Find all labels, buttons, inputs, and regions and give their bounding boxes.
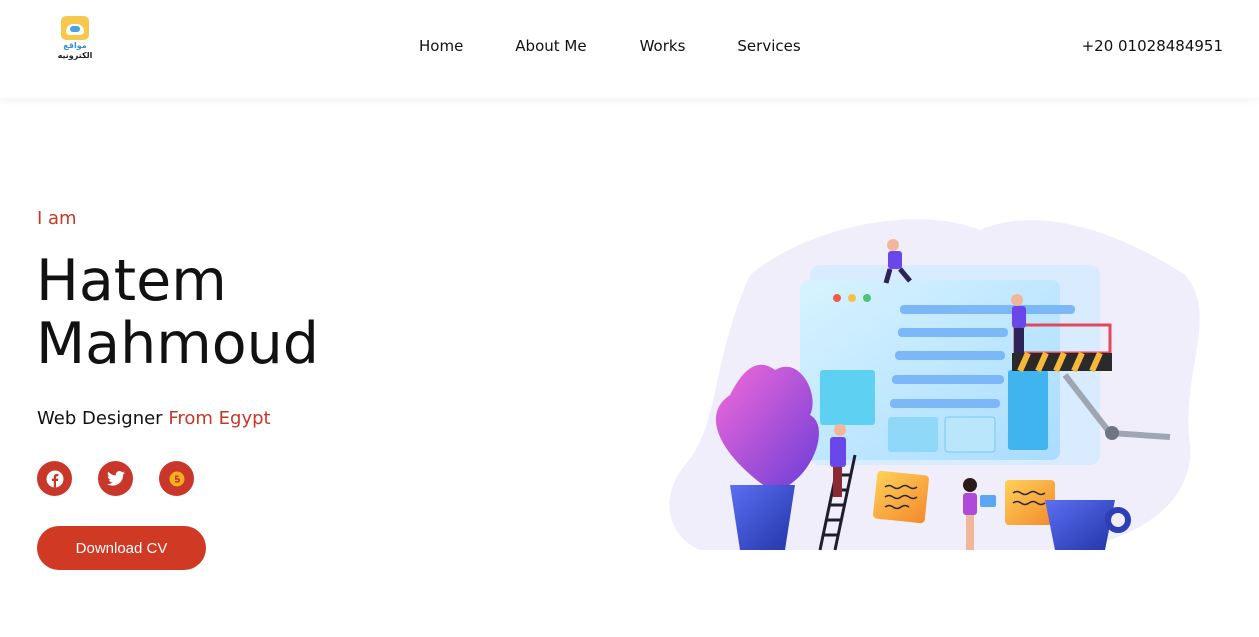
window-dot-green xyxy=(863,294,871,302)
text-line xyxy=(898,328,1008,337)
text-line xyxy=(892,375,1004,384)
main-nav: Home About Me Works Services xyxy=(419,37,835,55)
person-legs xyxy=(966,515,974,550)
role-title: Web Designer xyxy=(37,408,163,429)
twitter-icon xyxy=(106,471,125,486)
text-line xyxy=(890,399,1000,408)
person-legs xyxy=(1014,328,1024,353)
blogger-icon xyxy=(169,471,184,486)
twitter-link[interactable] xyxy=(98,461,133,496)
facebook-link[interactable] xyxy=(37,461,72,496)
plant-pot xyxy=(730,485,795,550)
role-location: From Egypt xyxy=(168,408,271,429)
window-dot-red xyxy=(833,294,841,302)
person-body xyxy=(888,251,902,269)
person-body xyxy=(830,437,846,467)
person-body xyxy=(1012,306,1026,328)
page-title: Hatem Mahmoud xyxy=(36,250,319,376)
nav-services[interactable]: Services xyxy=(737,37,800,55)
hero-illustration xyxy=(669,219,1200,551)
site-header: مواقع الكترونيه Home About Me Works Serv… xyxy=(0,0,1259,98)
side-column xyxy=(1008,370,1048,450)
person-legs xyxy=(833,467,842,497)
person-head xyxy=(834,424,846,436)
mug xyxy=(1045,500,1115,550)
social-links xyxy=(37,461,220,496)
text-line xyxy=(895,351,1005,360)
person-head xyxy=(963,478,977,492)
logo-text-top: مواقع xyxy=(63,41,87,50)
person-body xyxy=(963,493,977,515)
name-first: Hatem xyxy=(36,248,227,314)
name-last: Mahmoud xyxy=(36,311,319,377)
window-dot-yellow xyxy=(848,294,856,302)
phone-number[interactable]: +20 01028484951 xyxy=(1082,37,1223,55)
lift-joint xyxy=(1105,426,1119,440)
nav-works[interactable]: Works xyxy=(640,37,686,55)
download-cv-button[interactable]: Download CV xyxy=(37,526,206,570)
person-head xyxy=(887,239,899,251)
nav-about-me[interactable]: About Me xyxy=(515,37,586,55)
site-logo[interactable]: مواقع الكترونيه xyxy=(56,16,94,66)
intro-text: I am xyxy=(37,208,77,229)
text-line xyxy=(900,305,1075,314)
blogger-link[interactable] xyxy=(159,461,194,496)
laptop xyxy=(980,495,996,507)
image-block xyxy=(888,417,938,452)
logo-text-bottom: الكترونيه xyxy=(57,51,93,60)
role-text: Web Designer From Egypt xyxy=(37,408,271,429)
logo-badge-icon xyxy=(61,16,89,40)
person-head xyxy=(1011,294,1023,306)
image-block xyxy=(944,416,996,453)
facebook-icon xyxy=(46,470,63,487)
nav-home[interactable]: Home xyxy=(419,37,463,55)
image-block xyxy=(820,370,875,425)
